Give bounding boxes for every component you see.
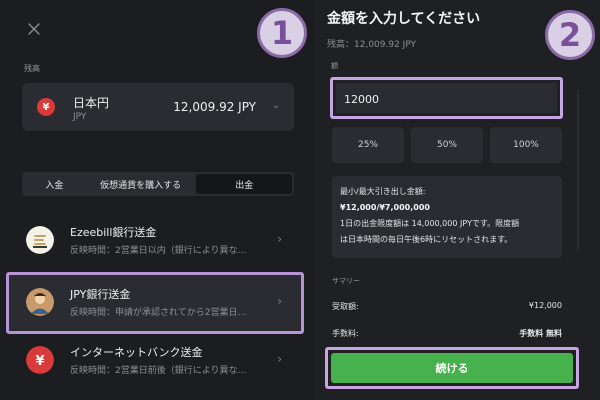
method-internet-bank[interactable]: ¥ インターネットバンク送金 反映時間：2営業日前後（銀行により異な… › (22, 338, 294, 382)
tab-buy-crypto[interactable]: 仮想通貨を購入する (85, 174, 197, 194)
action-tabs: 入金 仮想通貨を購入する 出金 (22, 172, 294, 196)
currency-code: JPY (73, 112, 87, 122)
percent-100-button[interactable]: 100% (490, 127, 562, 163)
chevron-down-icon: ⌄ (271, 100, 280, 111)
amount-input[interactable] (344, 93, 494, 106)
daily-limit-text: 1日の出金限度額は 14,000,000 JPYです。限度額 (340, 219, 520, 228)
chevron-right-icon: › (277, 294, 282, 308)
right-panel: 金額を入力してください 残高：12,009.92 JPY 額 25% 50% 1… (314, 0, 600, 400)
percent-25-button[interactable]: 25% (332, 127, 404, 163)
reset-text: は日本時間の毎日午後6時にリセットされます。 (340, 235, 513, 244)
receive-value: ¥12,000 (528, 301, 562, 310)
method-title: インターネットバンク送金 (70, 346, 203, 359)
left-panel: 残高 ¥ 日本円 JPY 12,009.92 JPY ⌄ 入金 仮想通貨を購入す… (0, 0, 314, 400)
method-subtitle: 反映時間：申請が承認されてから2営業日… (70, 308, 247, 318)
balance-label: 残高 (24, 64, 40, 73)
method-title: Ezeebill銀行送金 (70, 226, 157, 239)
method-subtitle: 反映時間：2営業日以内（銀行により異な… (70, 246, 247, 256)
method-subtitle: 反映時間：2営業日前後（銀行により異な… (70, 366, 247, 376)
receive-label: 受取額: (332, 302, 359, 311)
ezeebill-logo-icon (26, 226, 54, 254)
method-title: JPY銀行送金 (70, 288, 131, 301)
amount-label: 額 (331, 62, 338, 70)
continue-button[interactable]: 続ける (331, 353, 573, 383)
yen-icon: ¥ (37, 98, 55, 116)
continue-highlight-frame: 続ける (325, 347, 579, 389)
fee-label: 手数料: (332, 329, 359, 338)
tab-withdraw[interactable]: 出金 (196, 174, 293, 194)
scrollbar[interactable] (577, 90, 579, 250)
summary-label: サマリー (332, 277, 360, 285)
limit-label: 最小/最大引き出し金額: (340, 187, 426, 196)
currency-name: 日本円 (73, 96, 110, 110)
balance-line: 残高：12,009.92 JPY (327, 40, 417, 50)
close-icon[interactable] (27, 22, 43, 38)
method-ezeebill[interactable]: Ezeebill銀行送金 反映時間：2営業日以内（銀行により異な… › (22, 218, 294, 262)
step-badge-1: 1 (257, 8, 307, 58)
avatar-icon (26, 288, 54, 316)
amount-field[interactable] (336, 83, 557, 113)
percent-50-button[interactable]: 50% (411, 127, 483, 163)
svg-text:¥: ¥ (35, 354, 44, 369)
percent-buttons: 25% 50% 100% (332, 127, 562, 163)
yen-icon: ¥ (26, 346, 54, 374)
tab-deposit[interactable]: 入金 (24, 174, 85, 194)
balance-card[interactable]: ¥ 日本円 JPY 12,009.92 JPY ⌄ (22, 83, 294, 131)
method-jpy-bank[interactable]: JPY銀行送金 反映時間：申請が承認されてから2営業日… › (22, 280, 294, 324)
limits-info-box: 最小/最大引き出し金額: ¥12,000/¥7,000,000 1日の出金限度額… (332, 176, 562, 258)
page-title: 金額を入力してください (327, 11, 481, 27)
balance-amount: 12,009.92 JPY (173, 100, 256, 114)
fee-value: 手数料 無料 (519, 329, 562, 338)
chevron-right-icon: › (277, 352, 282, 366)
step-badge-2: 2 (545, 10, 595, 60)
chevron-right-icon: › (277, 232, 282, 246)
limit-range: ¥12,000/¥7,000,000 (340, 203, 430, 212)
amount-highlight-frame (330, 77, 563, 119)
